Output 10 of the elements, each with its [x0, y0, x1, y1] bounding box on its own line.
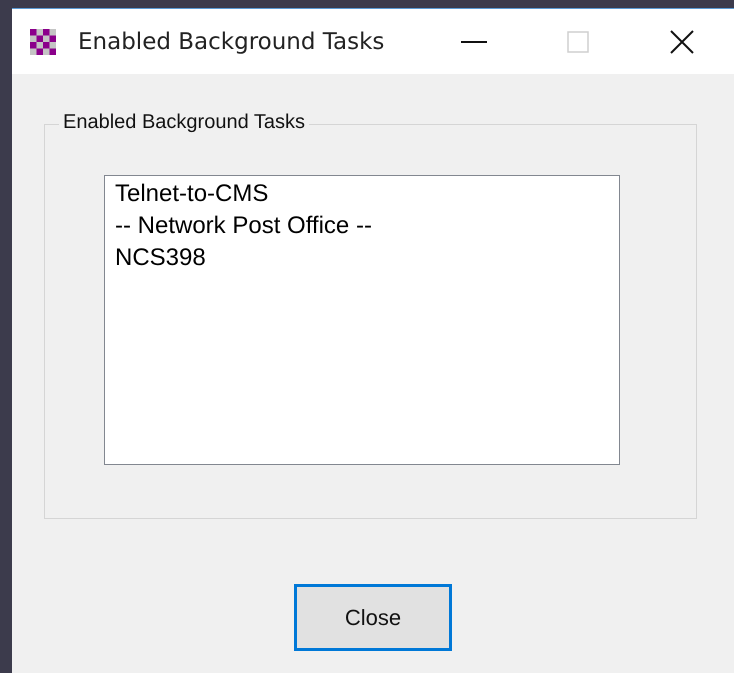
list-item[interactable]: -- Network Post Office --: [105, 210, 619, 242]
maximize-icon: [567, 30, 589, 52]
app-icon: [30, 28, 56, 56]
close-icon: [670, 30, 694, 54]
list-item[interactable]: NCS398: [105, 242, 619, 274]
window-title: Enabled Background Tasks: [78, 28, 386, 54]
list-item[interactable]: Telnet-to-CMS: [105, 178, 619, 210]
close-button[interactable]: Close: [294, 584, 452, 651]
minimize-icon: [461, 40, 487, 44]
group-label: Enabled Background Tasks: [59, 111, 310, 134]
